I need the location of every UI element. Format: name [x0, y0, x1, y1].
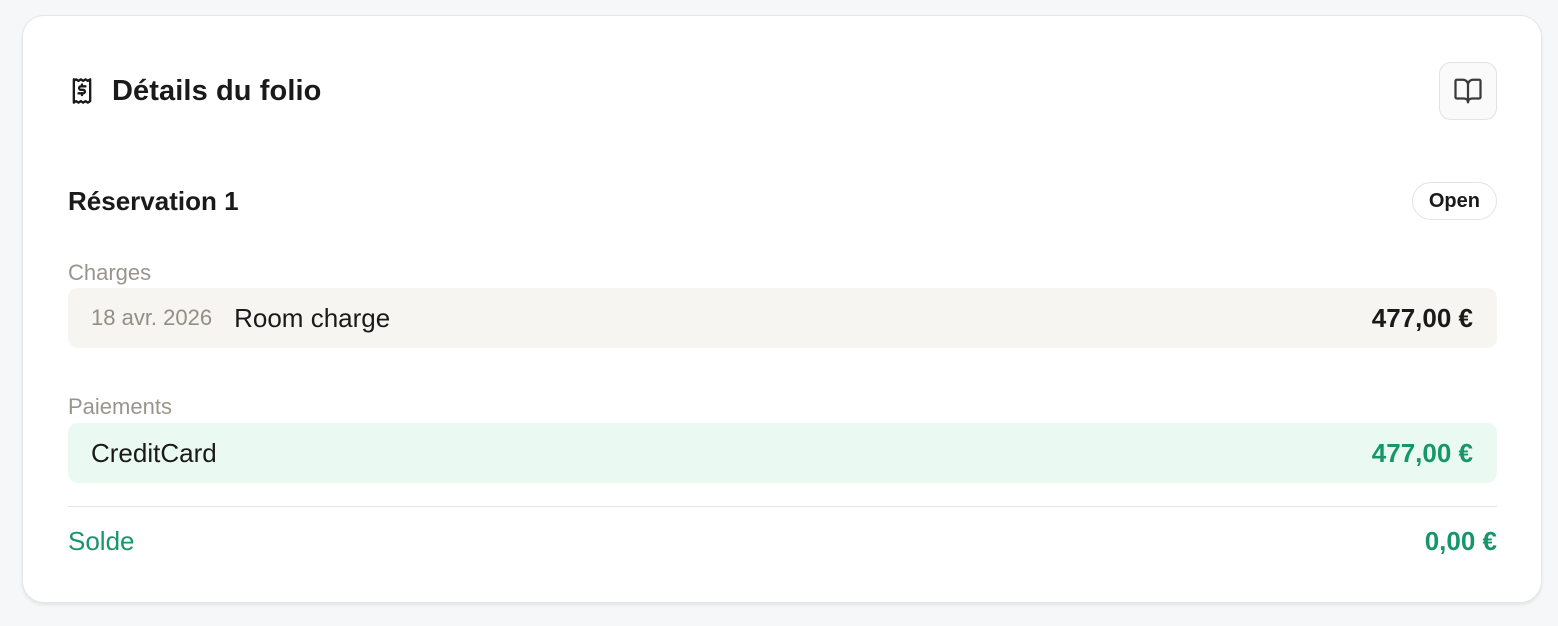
charge-row-left: 18 avr. 2026 Room charge	[91, 303, 390, 334]
charge-date: 18 avr. 2026	[91, 305, 213, 330]
payment-description: CreditCard	[91, 437, 217, 468]
payment-row-left: CreditCard	[91, 438, 217, 469]
charge-description: Room charge	[234, 302, 391, 333]
receipt-icon	[68, 77, 96, 105]
book-open-icon	[1453, 76, 1483, 106]
folio-details-card: Détails du folio Réservation 1 Open Char…	[22, 15, 1542, 603]
charge-row: 18 avr. 2026 Room charge 477,00 €	[68, 288, 1497, 348]
balance-amount: 0,00 €	[1424, 525, 1497, 556]
divider	[68, 506, 1497, 507]
charge-amount: 477,00 €	[1371, 302, 1473, 333]
reservation-title: Réservation 1	[68, 185, 239, 216]
balance-label: Solde	[68, 525, 135, 556]
page-title: Détails du folio	[112, 74, 322, 107]
book-button[interactable]	[1439, 62, 1497, 120]
payments-section-label: Paiements	[68, 394, 172, 419]
payment-row: CreditCard 477,00 €	[68, 423, 1497, 483]
balance-row: Solde 0,00 €	[68, 521, 1497, 561]
card-header: Détails du folio	[68, 61, 1497, 121]
status-badge: Open	[1411, 182, 1497, 220]
title-group: Détails du folio	[68, 75, 321, 108]
charges-section-label: Charges	[68, 260, 152, 285]
payment-amount: 477,00 €	[1371, 437, 1473, 468]
reservation-header: Réservation 1 Open	[68, 181, 1497, 221]
